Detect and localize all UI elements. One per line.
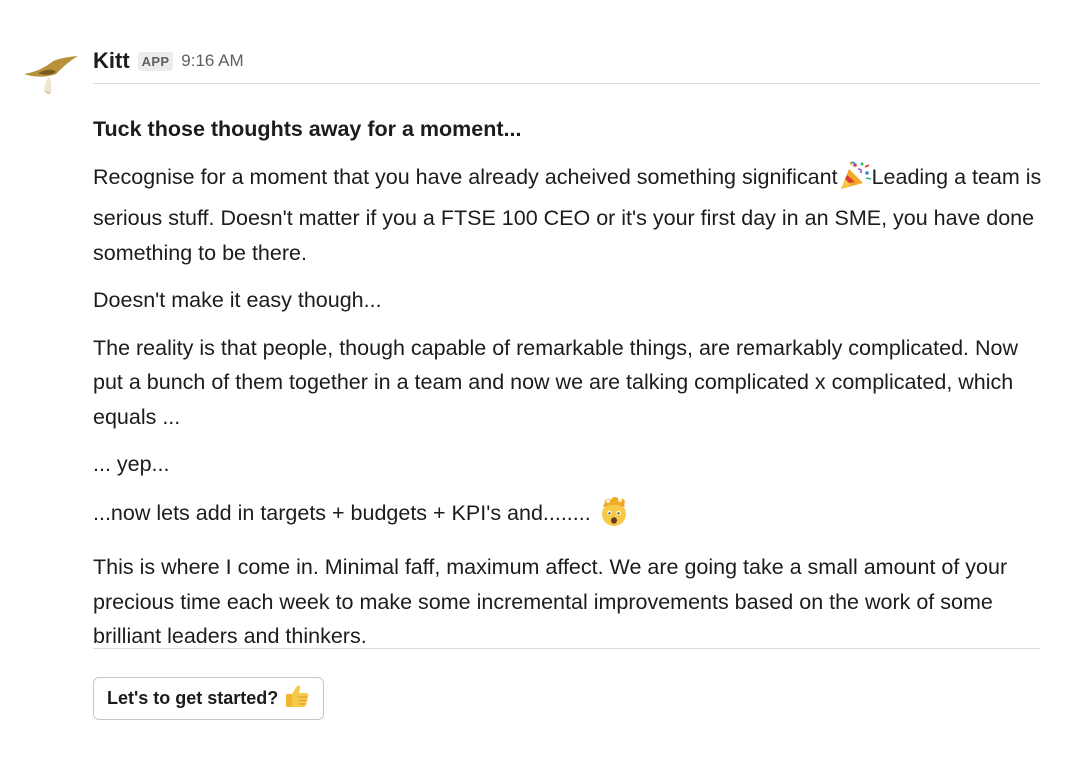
paragraph-2: Doesn't make it easy though...	[93, 288, 382, 312]
paragraph-6: This is where I come in. Minimal faff, m…	[93, 555, 1008, 648]
paragraph-1: Recognise for a moment that you have alr…	[93, 160, 1043, 271]
timestamp[interactable]: 9:16 AM	[181, 51, 243, 71]
bot-avatar[interactable]	[22, 50, 80, 100]
party-popper-icon	[838, 161, 872, 202]
paragraph-5-text: ...now lets add in targets + budgets + K…	[93, 500, 591, 525]
message-header: Kitt APP 9:16 AM	[93, 46, 244, 76]
sender-name[interactable]: Kitt	[93, 48, 130, 74]
body-divider	[93, 648, 1040, 649]
app-badge: APP	[137, 51, 174, 71]
exploding-head-icon	[597, 495, 631, 538]
thumbs-up-icon	[284, 683, 310, 714]
message-body: Tuck those thoughts away for a moment...…	[93, 112, 1043, 667]
paragraph-1-text: Recognise for a moment that you have alr…	[93, 164, 838, 189]
message-heading: Tuck those thoughts away for a moment...	[93, 117, 522, 141]
paragraph-4: ... yep...	[93, 452, 170, 476]
get-started-label: Let's to get started?	[107, 688, 279, 708]
message: Kitt APP 9:16 AM Tuck those thoughts awa…	[0, 0, 1084, 770]
paragraph-3: The reality is that people, though capab…	[93, 335, 1018, 429]
bird-logo-icon	[24, 56, 78, 95]
header-divider	[93, 83, 1040, 84]
get-started-button[interactable]: Let's to get started?	[93, 677, 325, 720]
paragraph-5: ...now lets add in targets + budgets + K…	[93, 495, 1043, 538]
